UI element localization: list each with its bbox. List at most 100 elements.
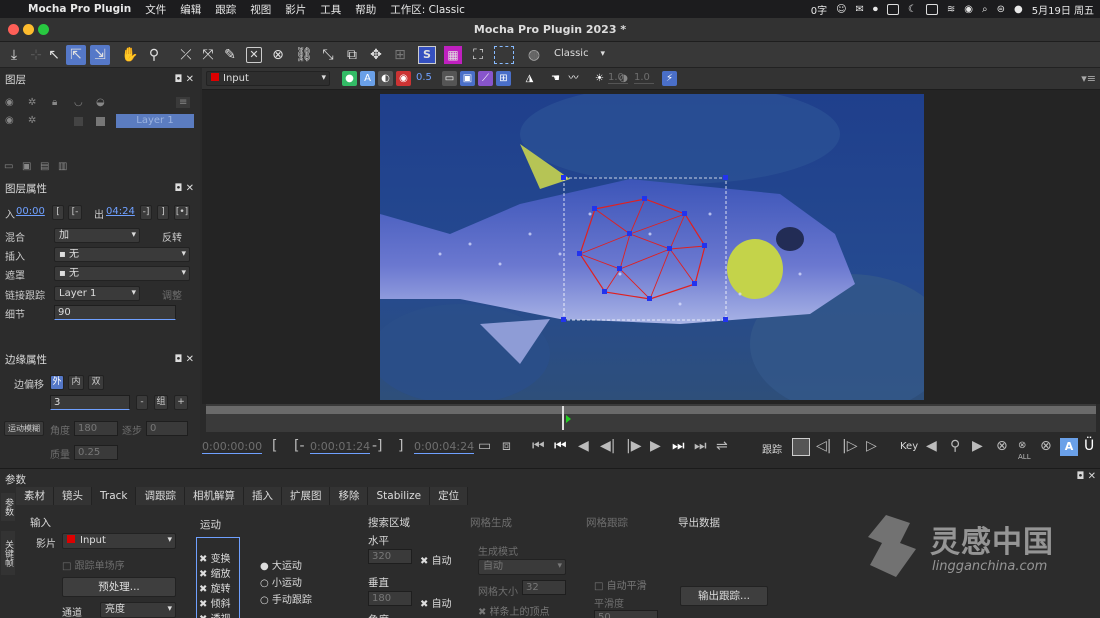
delete-key-icon[interactable]: ⊗ xyxy=(996,438,1008,454)
scale-icon[interactable]: ⤡ xyxy=(318,45,338,65)
menu-edit[interactable]: 编辑 xyxy=(180,2,201,17)
flash-icon[interactable]: ⚡ xyxy=(662,71,677,86)
control-center-icon[interactable]: ⊜ xyxy=(997,4,1005,15)
frame-icon[interactable]: ▭ xyxy=(478,438,491,454)
search-v-auto-checkbox[interactable]: ✖ 自动 xyxy=(420,595,452,610)
user-icon[interactable]: ◉ xyxy=(964,4,973,15)
small-motion-radio[interactable]: ○ 小运动 xyxy=(260,574,302,589)
circle-x-icon[interactable]: ⊗ xyxy=(268,45,288,65)
tab-track[interactable]: Track xyxy=(92,487,137,505)
skip-start-icon[interactable]: ⏮ xyxy=(532,438,545,454)
go-in-button[interactable]: [- xyxy=(68,205,82,220)
smoothness-field[interactable]: 50 xyxy=(594,610,658,618)
select-points-icon[interactable]: ⇱ xyxy=(66,45,86,65)
go-end-icon[interactable]: ⏭ xyxy=(672,438,685,454)
set-in-icon[interactable]: [ xyxy=(272,438,277,454)
tab-remove[interactable]: 移除 xyxy=(330,487,369,505)
timeline-range-bar[interactable] xyxy=(206,406,1096,414)
out-point-field[interactable]: 04:24 xyxy=(106,206,135,217)
brush-icon[interactable]: ✎ xyxy=(220,45,240,65)
timeline-ruler[interactable] xyxy=(206,404,1096,432)
blur-angle-field[interactable]: 180 xyxy=(74,421,118,436)
range-button[interactable]: [•] xyxy=(174,205,190,220)
link-track-select[interactable]: Layer 1 xyxy=(54,286,140,301)
playhead[interactable] xyxy=(562,406,564,430)
auto-key-button[interactable]: A xyxy=(1060,438,1078,456)
set-out-icon[interactable]: ] xyxy=(398,438,403,454)
alpha-a-icon[interactable]: A xyxy=(360,71,375,86)
panel-close-icon[interactable]: ◘ ✕ xyxy=(175,180,194,198)
timecode-out[interactable]: 0:00:04:24 xyxy=(414,440,475,454)
wave-icon[interactable]: 〰 xyxy=(566,71,581,86)
clip-select[interactable]: Input xyxy=(206,71,330,86)
offset-out-button[interactable]: 外 xyxy=(50,375,64,390)
hand-view-icon[interactable]: ☚ xyxy=(548,71,563,86)
side-tab-params[interactable]: 参数 xyxy=(1,493,15,521)
motion-translate-checkbox[interactable]: ✖ 变换 xyxy=(199,550,231,565)
tab-stabilize[interactable]: Stabilize xyxy=(368,487,431,505)
blend-select[interactable]: 加 xyxy=(54,228,140,243)
skip-end-icon[interactable]: ⏭ xyxy=(694,438,707,454)
contrast-value[interactable]: 1.0 xyxy=(634,72,654,84)
spline-icon[interactable]: ⟋ xyxy=(478,71,493,86)
set-in-button[interactable]: [ xyxy=(52,205,64,220)
motion-perspective-checkbox[interactable]: ✖ 透视 xyxy=(199,610,231,618)
video-frame[interactable] xyxy=(380,94,924,400)
track-forward-icon[interactable]: |▷ xyxy=(842,438,857,454)
mesh-size-field[interactable]: 32 xyxy=(522,580,566,595)
text-icon[interactable] xyxy=(886,3,899,15)
matte-select[interactable]: ▪ 无 xyxy=(54,266,190,281)
motion-blur-button[interactable]: 运动模糊 xyxy=(4,421,44,436)
track-clip-select[interactable]: Input xyxy=(62,533,176,549)
contrast-icon[interactable]: ◑ xyxy=(616,71,631,86)
blur-phase-field[interactable]: 0 xyxy=(146,421,188,436)
next-key-icon[interactable]: ▶ xyxy=(972,438,983,454)
viewer-menu-icon[interactable]: ▾≡ xyxy=(1081,72,1096,85)
crop-icon[interactable]: ⧈ xyxy=(502,438,511,454)
offset-minus-button[interactable]: - xyxy=(136,395,148,410)
keyframe-marker[interactable] xyxy=(566,415,571,423)
tab-extend[interactable]: 扩展图 xyxy=(281,487,331,505)
grid-view-icon[interactable]: ⊞ xyxy=(496,71,511,86)
search-h-field[interactable]: 320 xyxy=(368,549,412,564)
side-tab-keyframes[interactable]: 关键帧 xyxy=(1,531,15,575)
next-frame-icon[interactable]: |▶ xyxy=(626,438,641,454)
spline-x-icon[interactable]: ✕ xyxy=(246,47,262,63)
new-folder-icon[interactable]: ▭ xyxy=(4,161,13,172)
save-icon[interactable]: ⤓ xyxy=(4,45,24,65)
invert-toggle[interactable]: 反转 xyxy=(162,229,182,244)
set-out-button[interactable]: ] xyxy=(157,205,169,220)
moon-icon[interactable]: ☾ xyxy=(908,4,917,15)
screen-icon[interactable]: ▣ xyxy=(460,71,475,86)
track-stop-button[interactable] xyxy=(792,438,810,456)
auto-smooth-checkbox[interactable]: □ 自动平滑 xyxy=(594,577,647,592)
lock-icon[interactable]: 🔒︎ xyxy=(52,97,57,108)
tab-clip[interactable]: 素材 xyxy=(16,487,54,505)
zoom-icon[interactable]: ⚲ xyxy=(144,45,164,65)
menu-file[interactable]: 文件 xyxy=(145,2,166,17)
offset-both-button[interactable]: 双 xyxy=(88,375,104,390)
overlay-opacity[interactable]: 0.5 xyxy=(416,72,432,83)
menu-help[interactable]: 帮助 xyxy=(355,2,376,17)
tab-insert[interactable]: 插入 xyxy=(243,487,282,505)
export-tracking-button[interactable]: 输出跟踪... xyxy=(680,586,768,606)
bounding-box-icon[interactable] xyxy=(494,46,514,64)
blur-quality-field[interactable]: 0.25 xyxy=(74,445,118,460)
edge-offset-field[interactable]: 3 xyxy=(50,395,130,410)
tab-lens[interactable]: 镜头 xyxy=(54,487,92,505)
tab-orient[interactable]: 定位 xyxy=(430,487,469,505)
monitor-icon[interactable]: ▭ xyxy=(442,71,457,86)
hand-icon[interactable]: ✋ xyxy=(120,45,140,65)
prev-key-icon[interactable]: ◀ xyxy=(926,438,937,454)
insert-select[interactable]: ▪ 无 xyxy=(54,247,190,262)
surface-s-icon[interactable]: S xyxy=(418,46,436,64)
step-back-icon[interactable]: ◀ xyxy=(578,438,589,454)
offset-plus-button[interactable]: + xyxy=(174,395,188,410)
add-point-icon[interactable]: ⤫ xyxy=(176,45,196,65)
duplicate-icon[interactable]: ▤ xyxy=(40,161,49,172)
tab-adjust-track[interactable]: 调跟踪 xyxy=(136,487,185,505)
track-back-icon[interactable]: ◁| xyxy=(816,438,831,454)
brightness-icon[interactable]: ☀ xyxy=(592,71,607,86)
add-key-icon[interactable]: ⚲ xyxy=(950,438,960,454)
stamp-icon[interactable]: ◮ xyxy=(522,71,537,86)
